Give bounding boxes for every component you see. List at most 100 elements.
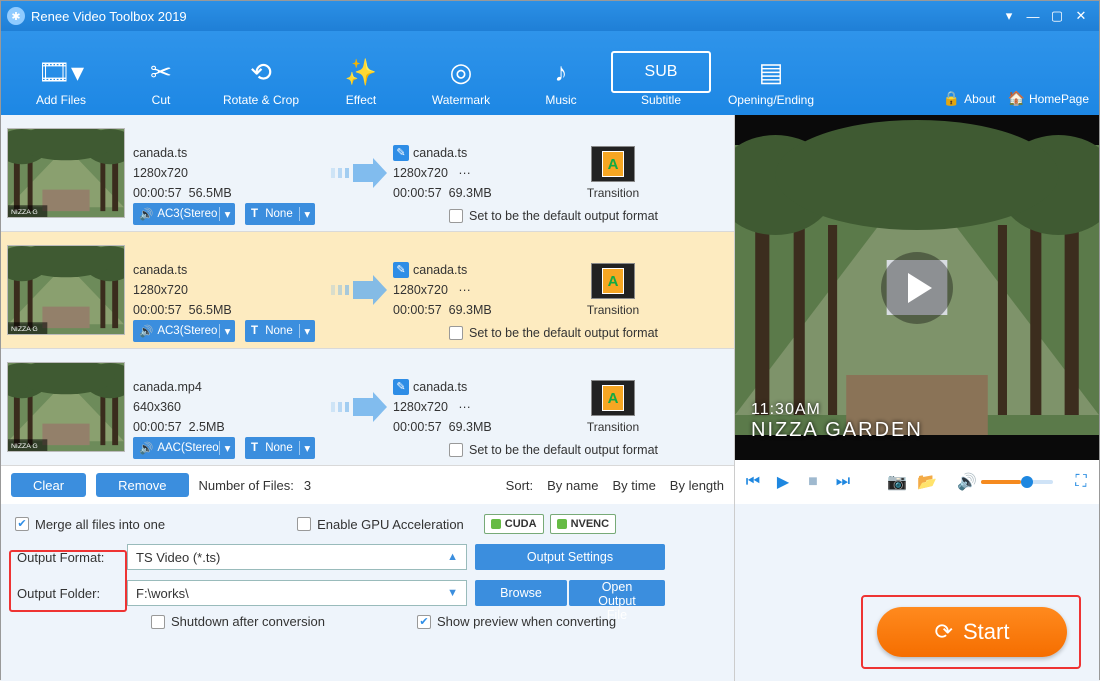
default-format-option[interactable]: Set to be the default output format (449, 209, 658, 223)
tool-watermark[interactable]: ◎Watermark (411, 51, 511, 107)
rotate-crop-icon: ⟲ (211, 51, 311, 93)
subtitle-track-dropdown[interactable]: T None▾ (245, 437, 315, 459)
open-output-file-button[interactable]: Open Output File (569, 580, 665, 606)
clear-button[interactable]: Clear (11, 473, 86, 497)
chevron-down-icon: ▾ (219, 324, 235, 338)
about-link[interactable]: 🔒About (943, 90, 996, 107)
default-format-option[interactable]: Set to be the default output format (449, 326, 658, 340)
dest-size: 69.3MB (449, 186, 492, 200)
volume-icon[interactable]: 🔊 (957, 472, 977, 492)
audio-track-dropdown[interactable]: 🔊AC3(Stereo 4▾ (133, 320, 235, 342)
open-folder-button[interactable]: 📂 (917, 472, 937, 492)
default-checkbox[interactable] (449, 209, 463, 223)
dest-resolution: 1280x720 (393, 283, 448, 297)
file-row[interactable]: NIZZA G canada.mp4 640x360 00:00:57 2.5M… (1, 349, 734, 466)
merge-label: Merge all files into one (35, 517, 165, 532)
highlight-output-labels (9, 550, 127, 612)
gpu-checkbox[interactable] (297, 517, 311, 531)
tool-label: Rotate & Crop (211, 93, 311, 107)
bottom-panel: Merge all files into one Enable GPU Acce… (1, 504, 734, 681)
video-preview[interactable]: 11:30AM NIZZA GARDEN (735, 115, 1099, 460)
output-format-combo[interactable]: TS Video (*.ts)▲ (127, 544, 467, 570)
stop-button[interactable]: ■ (803, 473, 823, 491)
source-resolution: 640x360 (133, 397, 323, 417)
lock-icon: 🔒 (943, 90, 960, 107)
snapshot-button[interactable]: 📷 (887, 472, 907, 492)
output-settings-button[interactable]: Output Settings (475, 544, 665, 570)
volume-slider[interactable] (981, 480, 1053, 484)
speaker-icon: 🔊 (139, 207, 153, 221)
fullscreen-button[interactable]: ⛶ (1071, 473, 1091, 491)
homepage-link[interactable]: 🏠HomePage (1008, 90, 1089, 107)
chevron-down-icon: ▾ (299, 441, 315, 455)
audio-track-dropdown[interactable]: 🔊AAC(Stereo 4▾ (133, 437, 235, 459)
output-folder-combo[interactable]: F:\works\▼ (127, 580, 467, 606)
main-toolbar: 🎞▾Add Files ✂Cut ⟲Rotate & Crop ✨Effect … (1, 31, 1099, 115)
app-logo-icon: ✱ (7, 7, 25, 25)
file-row[interactable]: NIZZA G canada.ts 1280x720 00:00:57 56.5… (1, 115, 734, 232)
app-title: Renee Video Toolbox 2019 (31, 9, 187, 24)
tool-music[interactable]: ♪Music (511, 51, 611, 107)
preview-caption: 11:30AM NIZZA GARDEN (751, 401, 923, 442)
dest-duration: 00:00:57 (393, 186, 442, 200)
sort-by-length[interactable]: By length (670, 478, 724, 493)
file-count-label: Number of Files: (199, 478, 294, 493)
subtitle-track-dropdown[interactable]: T None▾ (245, 203, 315, 225)
default-checkbox[interactable] (449, 326, 463, 340)
transition-label: Transition (583, 420, 643, 434)
tool-cut[interactable]: ✂Cut (111, 51, 211, 107)
preview-controls: ⏮ ▶ ■ ⏭ 📷 📂 🔊 ⛶ (735, 460, 1099, 504)
refresh-icon: ⟳ (935, 619, 953, 645)
tool-rotate-crop[interactable]: ⟲Rotate & Crop (211, 51, 311, 107)
default-checkbox[interactable] (449, 443, 463, 457)
subtitle-track-dropdown[interactable]: T None▾ (245, 320, 315, 342)
show-preview-checkbox[interactable] (417, 615, 431, 629)
audio-track-dropdown[interactable]: 🔊AC3(Stereo 4▾ (133, 203, 235, 225)
shutdown-checkbox[interactable] (151, 615, 165, 629)
sparkle-icon: ✨ (311, 51, 411, 93)
source-info: canada.ts 1280x720 00:00:57 56.5MB (133, 143, 323, 203)
dest-info: ✎canada.ts 1280x720 ··· 00:00:57 69.3MB (393, 260, 583, 320)
dest-info: ✎canada.ts 1280x720 ··· 00:00:57 69.3MB (393, 143, 583, 203)
transition-button[interactable]: A Transition (583, 380, 643, 434)
merge-checkbox[interactable] (15, 517, 29, 531)
speaker-icon: 🔊 (139, 441, 153, 455)
svg-text:NIZZA G: NIZZA G (11, 209, 38, 216)
file-row[interactable]: NIZZA G canada.ts 1280x720 00:00:57 56.5… (1, 232, 734, 349)
tool-add-files[interactable]: 🎞▾Add Files (11, 51, 111, 107)
edit-icon[interactable]: ✎ (393, 262, 409, 278)
reel-icon: ◎ (411, 51, 511, 93)
edit-icon[interactable]: ✎ (393, 379, 409, 395)
close-window-button[interactable]: ✕ (1069, 8, 1093, 24)
dest-size: 69.3MB (449, 420, 492, 434)
transition-button[interactable]: A Transition (583, 263, 643, 317)
start-button[interactable]: ⟳ Start (877, 607, 1067, 657)
tool-effect[interactable]: ✨Effect (311, 51, 411, 107)
minimize-window-button[interactable]: — (1021, 9, 1045, 24)
nvenc-badge: NVENC (550, 514, 617, 534)
play-button[interactable]: ▶ (773, 472, 793, 492)
dest-filename: canada.ts (413, 143, 467, 163)
tool-subtitle[interactable]: SUBSubtitle (611, 51, 711, 107)
tool-label: Subtitle (611, 93, 711, 107)
file-list: NIZZA G canada.ts 1280x720 00:00:57 56.5… (1, 115, 734, 466)
tool-label: Add Files (11, 93, 111, 107)
tool-label: Opening/Ending (711, 93, 831, 107)
next-button[interactable]: ⏭ (833, 473, 853, 491)
default-format-option[interactable]: Set to be the default output format (449, 443, 658, 457)
maximize-window-button[interactable]: ▢ (1045, 8, 1069, 24)
browse-button[interactable]: Browse (475, 580, 567, 606)
source-filename: canada.ts (133, 260, 323, 280)
source-size: 2.5MB (189, 420, 225, 434)
sort-by-time[interactable]: By time (612, 478, 655, 493)
clapper-icon: ▤ (711, 51, 831, 93)
tool-opening-ending[interactable]: ▤Opening/Ending (711, 51, 831, 107)
edit-icon[interactable]: ✎ (393, 145, 409, 161)
chevron-up-icon: ▲ (447, 551, 458, 563)
transition-button[interactable]: A Transition (583, 146, 643, 200)
prev-button[interactable]: ⏮ (743, 473, 763, 491)
remove-button[interactable]: Remove (96, 473, 188, 497)
sort-by-name[interactable]: By name (547, 478, 598, 493)
play-overlay-button[interactable] (881, 252, 953, 324)
dropdown-window-button[interactable]: ▾ (997, 8, 1021, 24)
